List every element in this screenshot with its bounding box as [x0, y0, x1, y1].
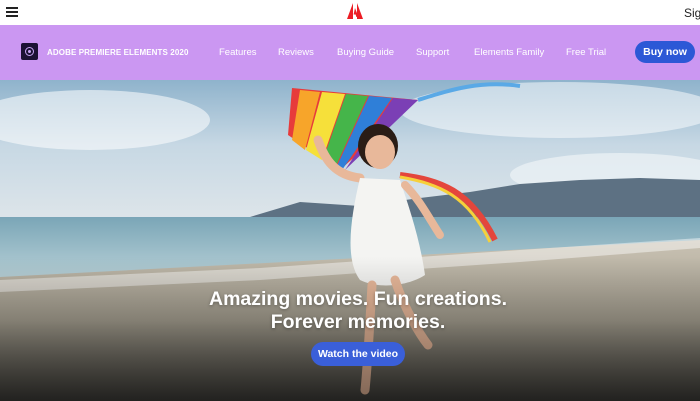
adobe-logo-icon[interactable]	[346, 2, 364, 20]
hero-banner: Amazing movies. Fun creations. Forever m…	[0, 80, 700, 401]
hero-headline: Amazing movies. Fun creations. Forever m…	[0, 288, 700, 334]
hero-headline-line2: Forever memories.	[270, 311, 446, 333]
buy-now-button[interactable]: Buy now	[635, 41, 695, 63]
watch-video-button[interactable]: Watch the video	[311, 342, 405, 366]
nav-link-support[interactable]: Support	[416, 47, 449, 58]
subnav-links: Features Reviews Buying Guide Support El…	[0, 47, 620, 61]
hero-headline-line1: Amazing movies. Fun creations.	[209, 288, 507, 310]
hamburger-menu-icon[interactable]	[6, 7, 18, 17]
nav-link-elements-family[interactable]: Elements Family	[474, 47, 544, 58]
nav-link-features[interactable]: Features	[219, 47, 257, 58]
sign-in-link[interactable]: Sig	[684, 6, 700, 20]
nav-link-buying-guide[interactable]: Buying Guide	[337, 47, 394, 58]
nav-link-free-trial[interactable]: Free Trial	[566, 47, 606, 58]
top-bar: Sig	[0, 0, 700, 25]
nav-link-reviews[interactable]: Reviews	[278, 47, 314, 58]
